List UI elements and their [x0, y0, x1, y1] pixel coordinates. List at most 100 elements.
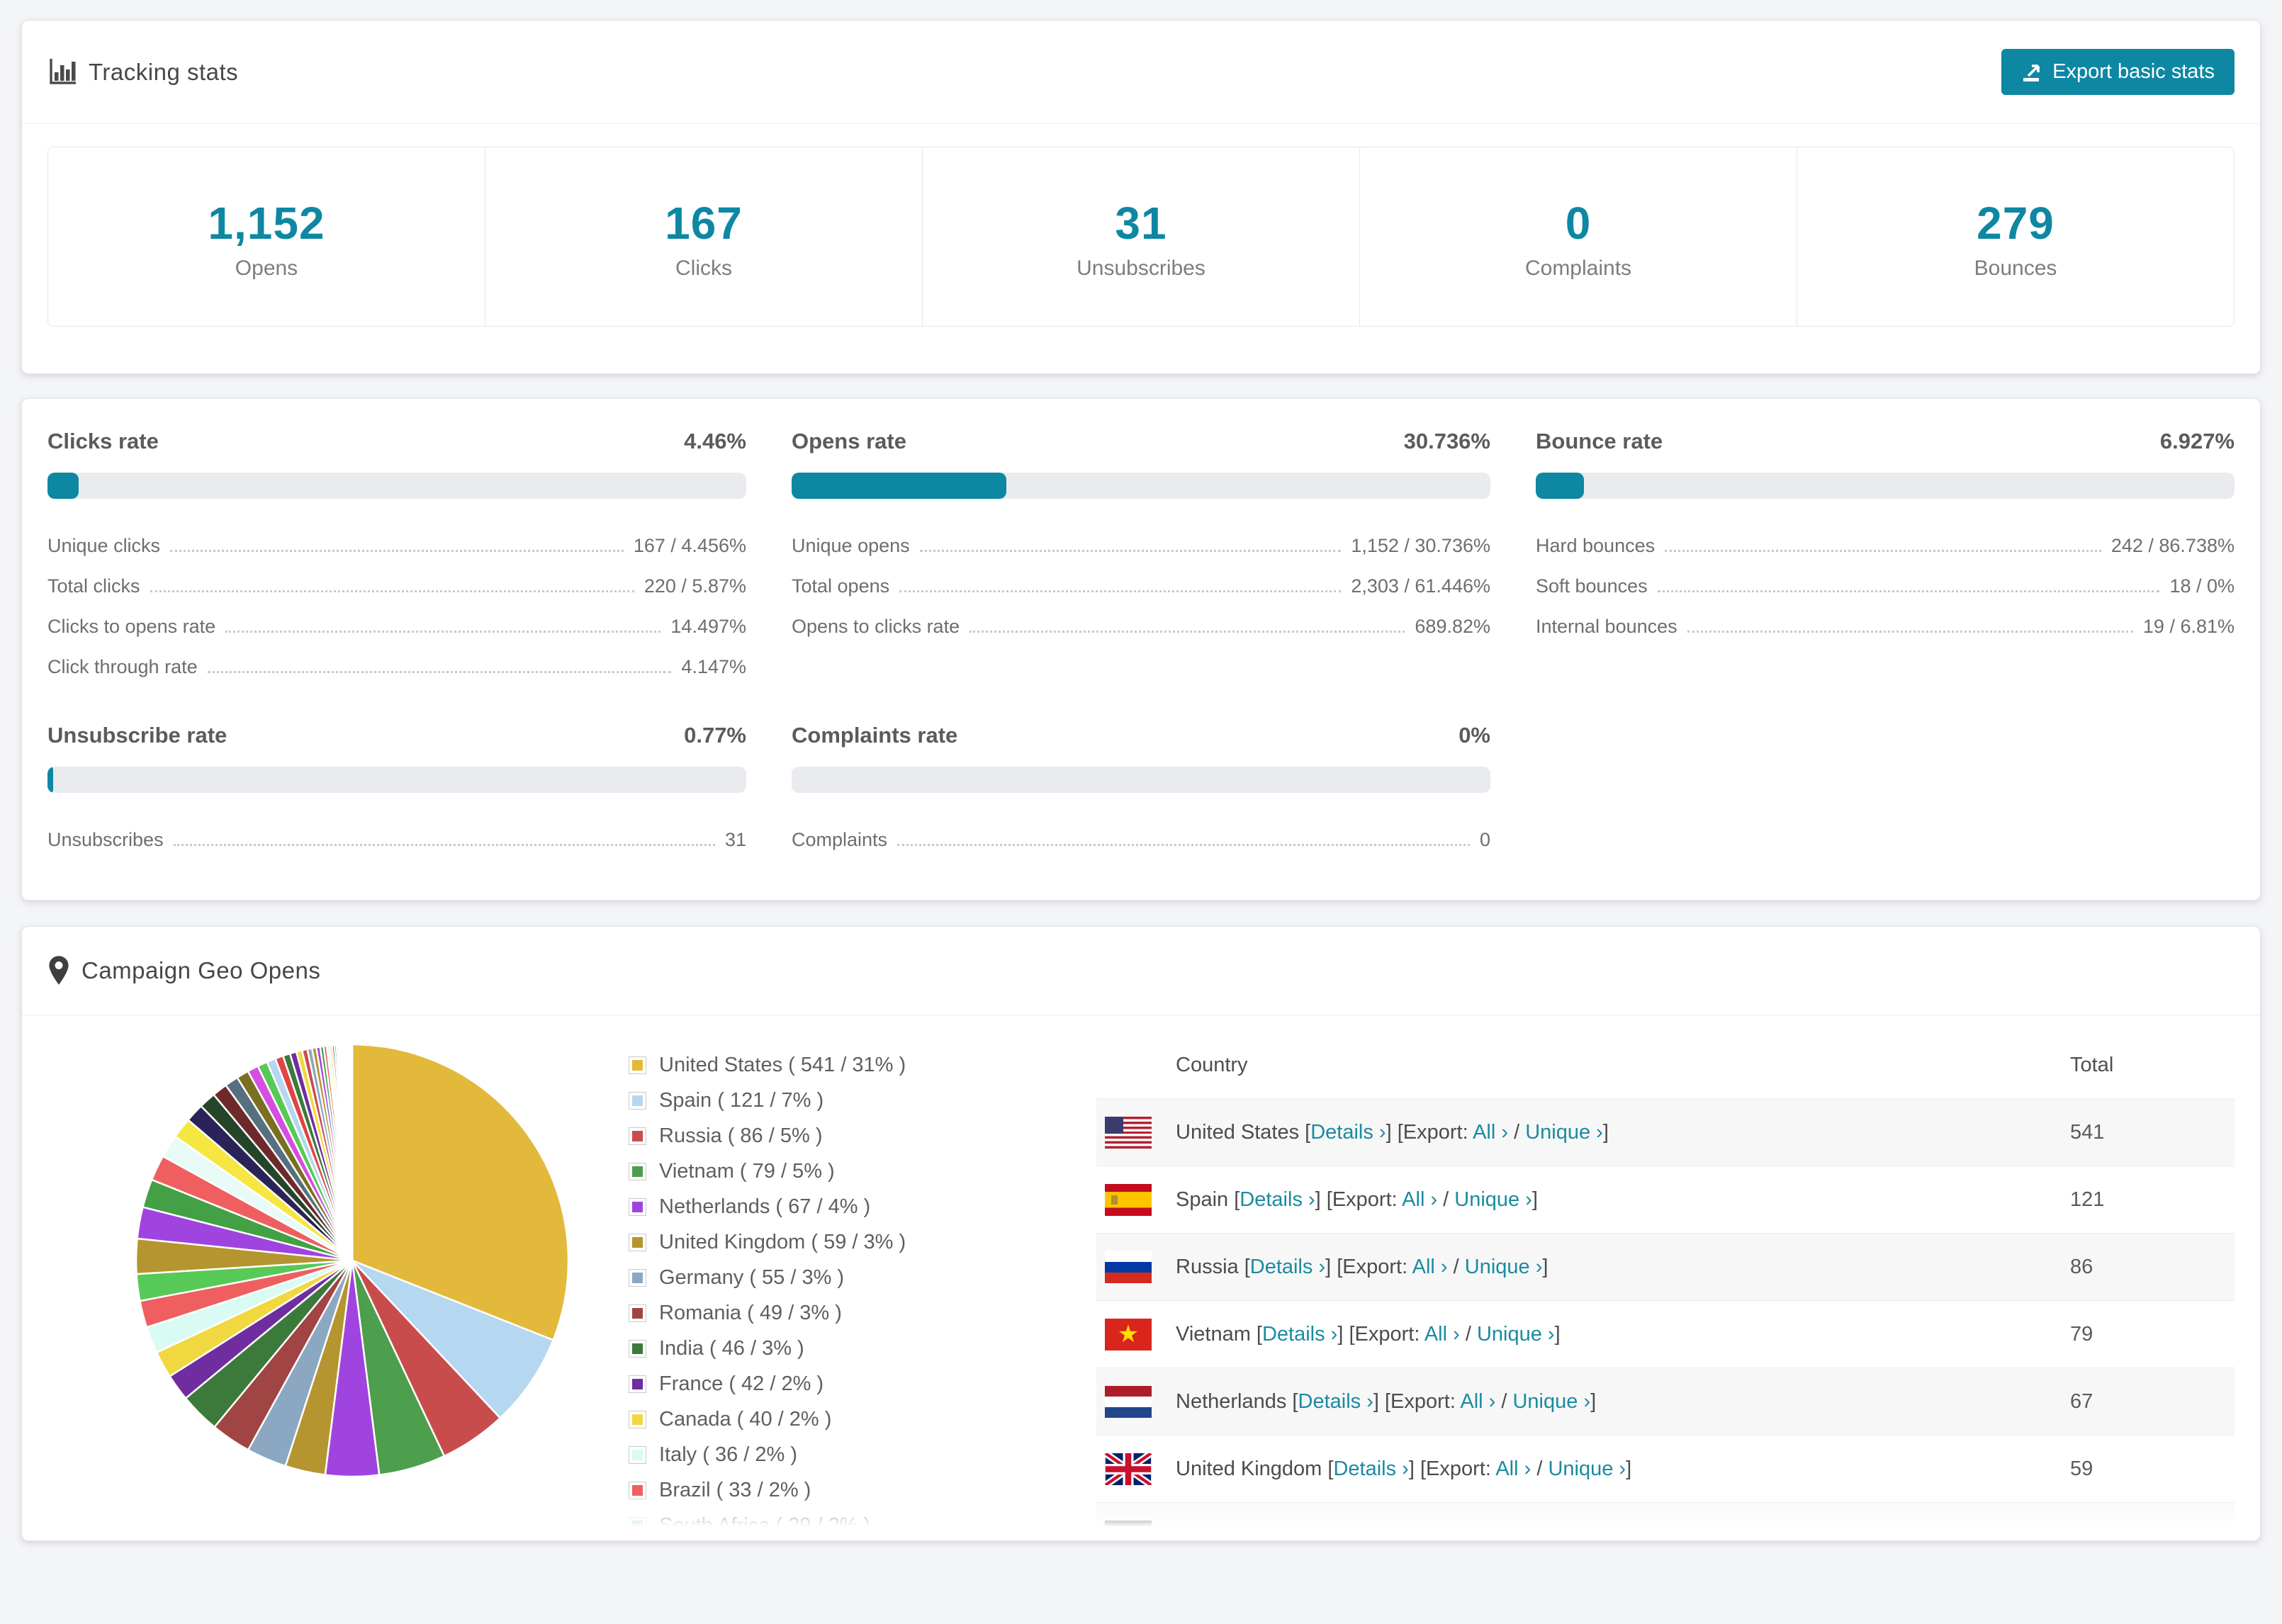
legend-label: India ( 46 / 3% ): [659, 1337, 804, 1360]
export-unique-link-russia[interactable]: Unique ›: [1465, 1256, 1543, 1278]
detail-label: Soft bounces: [1536, 575, 1648, 597]
legend-label: Italy ( 36 / 2% ): [659, 1443, 798, 1466]
legend-item-south-africa: South Africa ( 29 / 2% ): [629, 1514, 1096, 1538]
table-row-russia: Russia [Details ›] [Export: All › / Uniq…: [1096, 1233, 2235, 1300]
export-icon: [2023, 64, 2040, 81]
export-unique-link-united-states[interactable]: Unique ›: [1525, 1121, 1603, 1144]
legend-item-germany: Germany ( 55 / 3% ): [629, 1266, 1096, 1290]
export-unique-link-vietnam[interactable]: Unique ›: [1477, 1323, 1555, 1346]
summary-stat-opens: 1,152 Opens: [48, 147, 485, 326]
stat-value: 31: [1115, 198, 1167, 249]
rate-detail-rows: Hard bounces 242 / 86.738% Soft bounces …: [1536, 526, 2235, 647]
total-cell: 86: [2070, 1255, 2093, 1278]
rate-title: Complaints rate: [792, 723, 958, 748]
geo-pie-chart[interactable]: [47, 1028, 629, 1480]
dotted-leader: [969, 631, 1405, 633]
stat-label: Clicks: [675, 256, 732, 280]
dotted-leader: [919, 550, 1342, 552]
detail-row-total-clicks: Total clicks 220 / 5.87%: [47, 566, 746, 607]
legend-label: United Kingdom ( 59 / 3% ): [659, 1231, 906, 1253]
export-unique-link-united-kingdom[interactable]: Unique ›: [1548, 1457, 1626, 1480]
dotted-leader: [1657, 590, 2160, 592]
dotted-leader: [207, 671, 672, 673]
stat-label: Bounces: [1974, 256, 2057, 280]
legend-swatch: [629, 1127, 646, 1145]
table-row-netherlands: Netherlands [Details ›] [Export: All › /…: [1096, 1368, 2235, 1435]
geo-table-header: Country Total: [1096, 1028, 2235, 1098]
column-header-country: Country: [1176, 1054, 1248, 1076]
rates-card: Clicks rate 4.46% Unique clicks 167 / 4.…: [21, 398, 2261, 901]
rate-panel-clicks-rate: Clicks rate 4.46% Unique clicks 167 / 4.…: [47, 429, 746, 687]
flag-cell: [1096, 1453, 1176, 1485]
rate-title: Bounce rate: [1536, 429, 1663, 453]
detail-value: 2,303 / 61.446%: [1351, 575, 1490, 597]
detail-value: 1,152 / 30.736%: [1351, 535, 1490, 556]
bar-chart-icon: [50, 58, 76, 84]
export-all-link-united-kingdom[interactable]: All ›: [1495, 1457, 1531, 1480]
detail-label: Unique opens: [792, 535, 910, 556]
detail-label: Unsubscribes: [47, 829, 164, 850]
legend-item-france: France ( 42 / 2% ): [629, 1372, 1096, 1396]
rate-panel-bounce-rate: Bounce rate 6.927% Hard bounces 242 / 86…: [1536, 429, 2235, 687]
dotted-leader: [150, 590, 634, 592]
dotted-leader: [1665, 550, 2101, 552]
details-link-united-kingdom[interactable]: Details ›: [1333, 1457, 1408, 1480]
details-link-russia[interactable]: Details ›: [1250, 1256, 1325, 1278]
summary-stat-clicks: 167 Clicks: [485, 147, 922, 326]
export-all-link-spain[interactable]: All ›: [1402, 1188, 1437, 1211]
legend-item-vietnam: Vietnam ( 79 / 5% ): [629, 1160, 1096, 1183]
detail-value: 0: [1479, 829, 1490, 850]
export-all-link-russia[interactable]: All ›: [1412, 1256, 1448, 1278]
detail-value: 242 / 86.738%: [2110, 535, 2235, 556]
es-flag-icon: [1105, 1183, 1152, 1216]
export-unique-link-spain[interactable]: Unique ›: [1454, 1188, 1532, 1211]
tracking-stats-header: Tracking stats Export basic stats: [22, 21, 2260, 124]
gb-flag-icon: [1105, 1453, 1152, 1485]
country-cell: Russia [Details ›] [Export: All › / Uniq…: [1176, 1255, 1548, 1278]
legend-label: Vietnam ( 79 / 5% ): [659, 1160, 835, 1183]
legend-swatch: [629, 1411, 646, 1428]
legend-item-united-kingdom: United Kingdom ( 59 / 3% ): [629, 1231, 1096, 1254]
export-basic-stats-button[interactable]: Export basic stats: [2001, 49, 2235, 95]
detail-value: 18 / 0%: [2169, 575, 2235, 597]
legend-label: Russia ( 86 / 5% ): [659, 1124, 823, 1147]
details-link-vietnam[interactable]: Details ›: [1262, 1323, 1337, 1346]
rate-title: Opens rate: [792, 429, 906, 453]
stat-value: 279: [1977, 198, 2055, 249]
geo-title: Campaign Geo Opens: [82, 957, 321, 983]
flag-cell: [1096, 1183, 1176, 1216]
detail-value: 689.82%: [1415, 616, 1490, 637]
rates-grid: Clicks rate 4.46% Unique clicks 167 / 4.…: [22, 399, 2260, 900]
flag-cell: [1096, 1520, 1176, 1540]
country-cell: Vietnam [Details ›] [Export: All › / Uni…: [1176, 1322, 1561, 1346]
export-all-link-netherlands[interactable]: All ›: [1460, 1390, 1495, 1413]
export-all-link-vietnam[interactable]: All ›: [1424, 1323, 1460, 1346]
details-link-united-states[interactable]: Details ›: [1310, 1121, 1386, 1144]
detail-value: 31: [724, 829, 746, 850]
detail-label: Total clicks: [47, 575, 140, 597]
export-all-link-united-states[interactable]: All ›: [1473, 1121, 1508, 1144]
rate-title: Clicks rate: [47, 429, 159, 453]
legend-swatch: [629, 1234, 646, 1251]
export-unique-link-netherlands[interactable]: Unique ›: [1512, 1390, 1590, 1413]
summary-stats-strip: 1,152 Opens 167 Clicks 31 Unsubscribes 0…: [47, 147, 2235, 327]
detail-label: Hard bounces: [1536, 535, 1656, 556]
legend-swatch: [629, 1056, 646, 1074]
detail-row-unsubscribes: Unsubscribes 31: [47, 820, 746, 860]
dotted-leader: [225, 631, 661, 633]
table-row-partial: [1096, 1502, 2235, 1540]
legend-label: Brazil ( 33 / 2% ): [659, 1479, 811, 1501]
summary-stat-complaints: 0 Complaints: [1359, 147, 1797, 326]
country-cell: Netherlands [Details ›] [Export: All › /…: [1176, 1389, 1597, 1413]
stat-label: Opens: [235, 256, 298, 280]
table-row-vietnam: Vietnam [Details ›] [Export: All › / Uni…: [1096, 1300, 2235, 1368]
geo-table-body: United States [Details ›] [Export: All ›…: [1096, 1098, 2235, 1540]
legend-label: South Africa ( 29 / 2% ): [659, 1514, 871, 1537]
details-link-spain[interactable]: Details ›: [1240, 1188, 1315, 1211]
total-cell: 121: [2070, 1188, 2105, 1211]
progress-bar-fill: [1536, 473, 1585, 499]
detail-label: Clicks to opens rate: [47, 616, 216, 637]
legend-item-italy: Italy ( 36 / 2% ): [629, 1443, 1096, 1467]
details-link-netherlands[interactable]: Details ›: [1298, 1390, 1373, 1413]
ru-flag-icon: [1105, 1251, 1152, 1283]
